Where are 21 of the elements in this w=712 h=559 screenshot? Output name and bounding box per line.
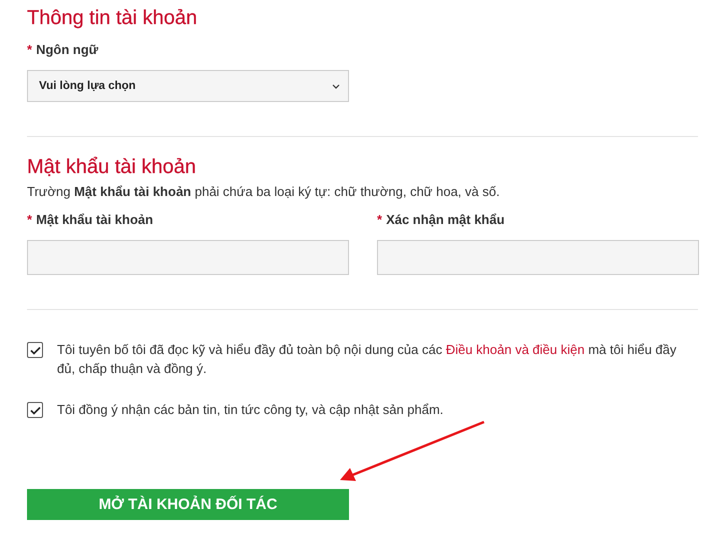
- required-mark: *: [377, 211, 382, 229]
- open-partner-account-button[interactable]: MỞ TÀI KHOẢN ĐỐI TÁC: [27, 489, 349, 520]
- password-hint: Trường Mật khẩu tài khoản phải chứa ba loại ký tự: chữ thường, chữ hoa, và số.: [27, 183, 501, 201]
- required-mark: *: [27, 41, 32, 59]
- section-title: Mật khẩu tài khoản: [27, 155, 197, 179]
- chevron-down-icon: [332, 84, 340, 88]
- section-title: Thông tin tài khoản: [27, 6, 198, 30]
- field-label: Mật khẩu tài khoản: [36, 211, 154, 229]
- agreement-text: Tôi tuyên bố tôi đã đọc kỹ và hiểu đầy đủ toàn bộ nội dung của các Điều khoản và điều kiện mà tôi hiểu đầy đủ, chấp thuận và đồng ý.: [57, 341, 678, 378]
- language-select[interactable]: Vui lòng lựa chọn: [27, 70, 349, 102]
- password-field[interactable]: [377, 240, 699, 275]
- terms-link[interactable]: Điều khoản và điều kiện: [446, 342, 585, 357]
- agreement-text: Tôi đồng ý nhận các bản tin, tin tức công ty, và cập nhật sản phẩm.: [57, 401, 444, 419]
- checkbox[interactable]: [27, 342, 43, 358]
- checkbox[interactable]: [27, 402, 43, 418]
- checkmark-icon: [30, 346, 40, 354]
- field-label: Ngôn ngữ: [36, 41, 98, 59]
- checkmark-icon: [30, 406, 40, 414]
- required-mark: *: [27, 211, 32, 229]
- password-field[interactable]: [27, 240, 349, 275]
- field-label: Xác nhận mật khẩu: [386, 211, 505, 229]
